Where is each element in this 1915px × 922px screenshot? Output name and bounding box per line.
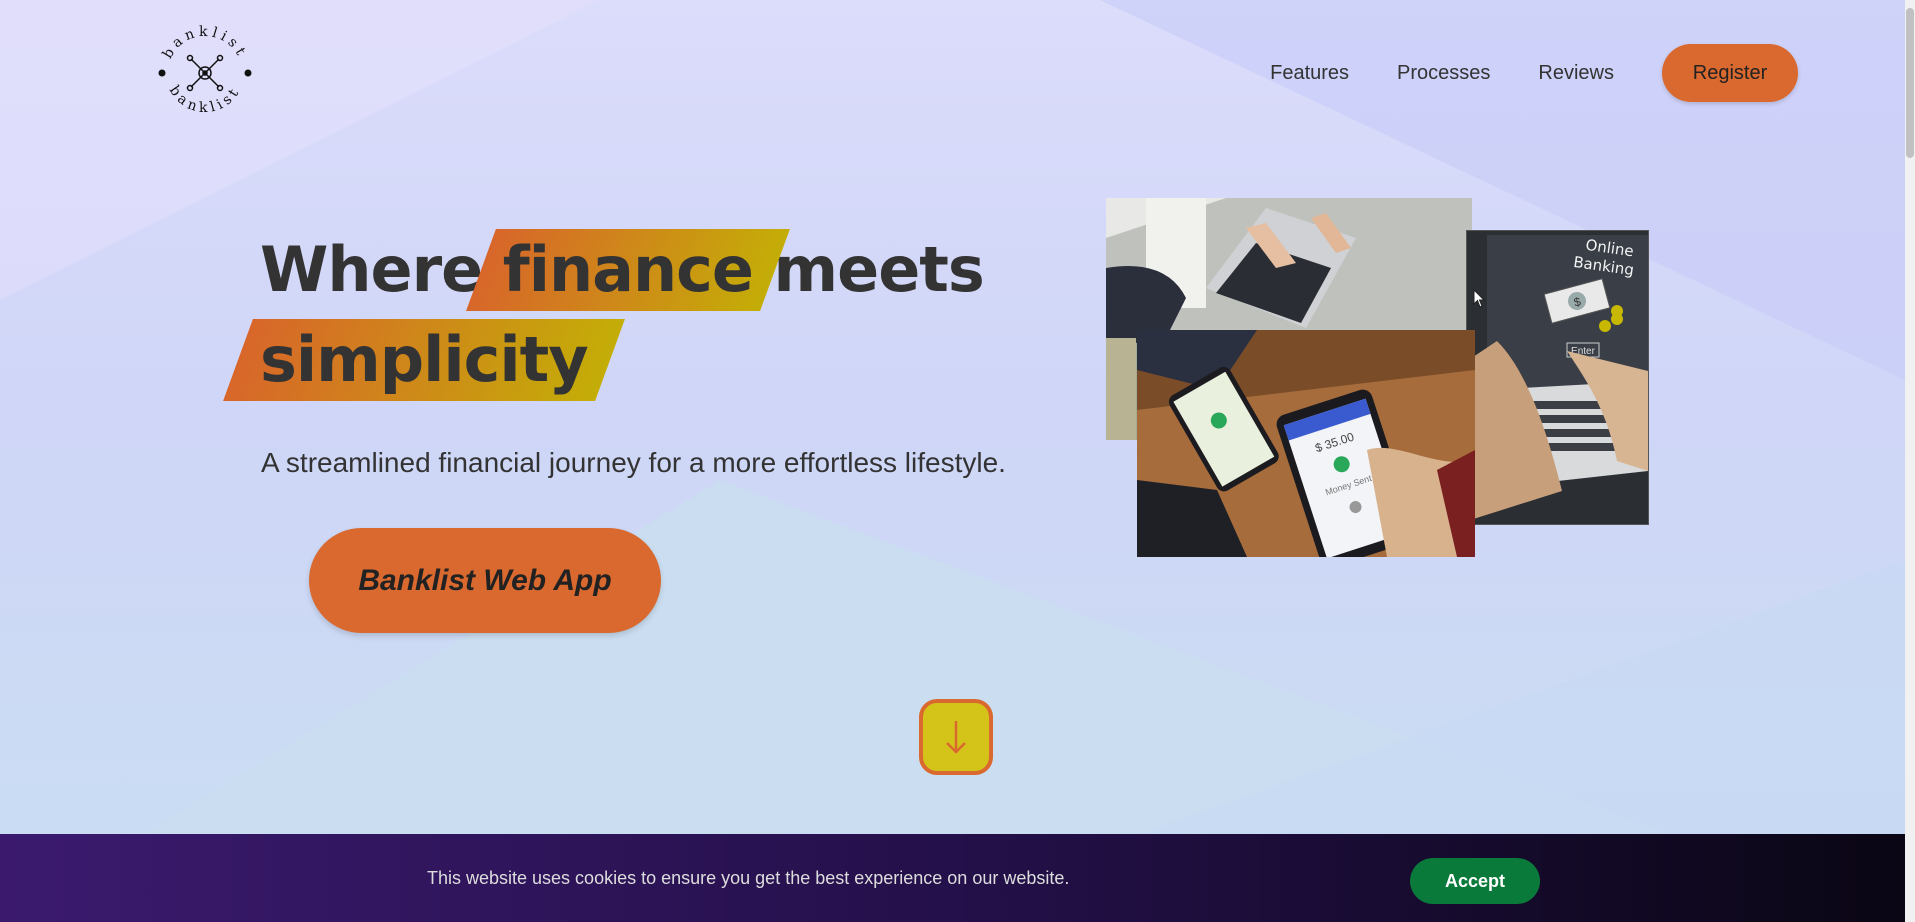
- main-nav: Features Processes Reviews Register: [1270, 44, 1798, 102]
- arrow-down-icon: [946, 721, 966, 754]
- hero-title-word: Where: [260, 233, 483, 306]
- nav-link-reviews[interactable]: Reviews: [1538, 62, 1614, 85]
- cookie-banner: This website uses cookies to ensure you …: [0, 834, 1905, 922]
- page-scrollbar[interactable]: [1905, 0, 1915, 922]
- mouse-cursor-icon: [1473, 288, 1487, 314]
- nav-link-features[interactable]: Features: [1270, 62, 1349, 85]
- web-app-button[interactable]: Banklist Web App: [309, 528, 661, 633]
- svg-text:banklist: banklist: [160, 24, 251, 61]
- hero-subtitle: A streamlined financial journey for a mo…: [261, 447, 1006, 478]
- nav-link-processes[interactable]: Processes: [1397, 62, 1490, 85]
- svg-text:banklist: banklist: [166, 83, 244, 116]
- logo-icon: banklist banklist: [158, 24, 252, 116]
- register-button[interactable]: Register: [1662, 44, 1798, 102]
- scrollbar-thumb[interactable]: [1906, 8, 1914, 158]
- banklist-logo[interactable]: banklist banklist: [154, 22, 256, 124]
- scroll-down-button[interactable]: [919, 699, 993, 775]
- hero-title-highlight: simplicity: [260, 315, 589, 405]
- accept-cookies-button[interactable]: Accept: [1410, 858, 1540, 904]
- online-banking-photo: Online Banking $ Enter: [1466, 230, 1649, 525]
- mobile-payment-photo: $ 35.00 Money Sent: [1137, 330, 1475, 557]
- cookie-message: This website uses cookies to ensure you …: [427, 868, 1070, 888]
- hero-title-word: meets: [773, 233, 985, 306]
- hero-title-highlight: finance: [503, 225, 754, 315]
- hero-title: Where finance meets simplicity: [260, 225, 985, 405]
